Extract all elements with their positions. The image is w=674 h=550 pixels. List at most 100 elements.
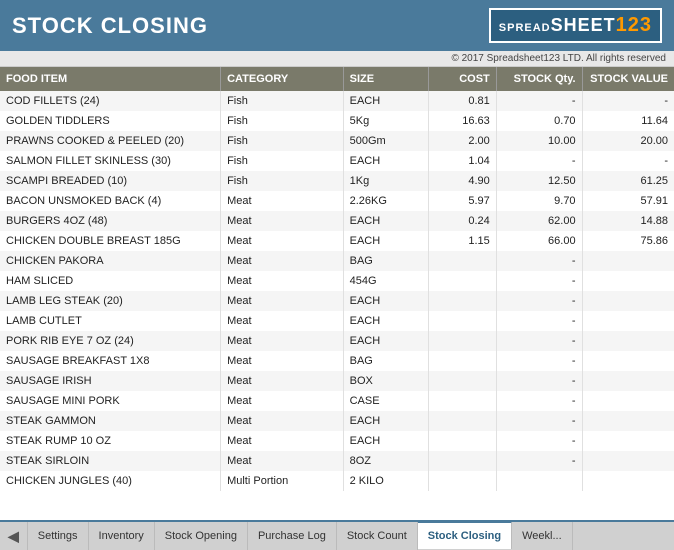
table-row: SALMON FILLET SKINLESS (30) Fish EACH 1.… (0, 151, 674, 171)
cell-cost: 16.63 (429, 111, 496, 131)
cell-category: Meat (221, 291, 344, 311)
table-row: BURGERS 4OZ (48) Meat EACH 0.24 62.00 14… (0, 211, 674, 231)
logo-123: 123 (616, 14, 652, 36)
logo-area: SPREADSHEET123 (489, 8, 662, 43)
table-row: BACON UNSMOKED BACK (4) Meat 2.26KG 5.97… (0, 191, 674, 211)
table-row: COD FILLETS (24) Fish EACH 0.81 - - (0, 91, 674, 111)
cell-stock-qty: - (496, 451, 582, 471)
cell-stock-qty: - (496, 411, 582, 431)
cell-stock-val (582, 411, 674, 431)
cell-category: Meat (221, 371, 344, 391)
cell-size: BAG (343, 251, 429, 271)
cell-stock-qty: - (496, 331, 582, 351)
cell-cost: 5.97 (429, 191, 496, 211)
cell-food: SAUSAGE BREAKFAST 1X8 (0, 351, 221, 371)
cell-category: Fish (221, 131, 344, 151)
cell-stock-val (582, 291, 674, 311)
cell-size: EACH (343, 91, 429, 111)
cell-cost: 0.81 (429, 91, 496, 111)
cell-size: EACH (343, 231, 429, 251)
logo-box: SPREADSHEET123 (489, 8, 662, 43)
table-container: FOOD ITEM CATEGORY SIZE COST STOCK Qty. … (0, 67, 674, 520)
cell-food: STEAK GAMMON (0, 411, 221, 431)
cell-category: Meat (221, 351, 344, 371)
cell-food: STEAK RUMP 10 OZ (0, 431, 221, 451)
cell-size: 500Gm (343, 131, 429, 151)
tab-stock-opening[interactable]: Stock Opening (155, 522, 248, 550)
cell-category: Meat (221, 251, 344, 271)
table-row: SAUSAGE BREAKFAST 1X8 Meat BAG - (0, 351, 674, 371)
cell-cost (429, 331, 496, 351)
table-row: LAMB CUTLET Meat EACH - (0, 311, 674, 331)
cell-size: BAG (343, 351, 429, 371)
cell-stock-val: - (582, 151, 674, 171)
cell-cost (429, 451, 496, 471)
cell-stock-val (582, 251, 674, 271)
col-header-category: CATEGORY (221, 67, 344, 91)
table-row: PRAWNS COOKED & PEELED (20) Fish 500Gm 2… (0, 131, 674, 151)
cell-size: EACH (343, 431, 429, 451)
cell-cost (429, 291, 496, 311)
tabs-bar: ◀SettingsInventoryStock OpeningPurchase … (0, 520, 674, 550)
cell-size: EACH (343, 211, 429, 231)
tab-settings[interactable]: Settings (28, 522, 89, 550)
cell-cost: 1.04 (429, 151, 496, 171)
cell-cost (429, 251, 496, 271)
cell-size: CASE (343, 391, 429, 411)
col-header-stock-qty: STOCK Qty. (496, 67, 582, 91)
tab-stock-count[interactable]: Stock Count (337, 522, 418, 550)
tab-weekly[interactable]: Weekl... (512, 522, 573, 550)
cell-food: SALMON FILLET SKINLESS (30) (0, 151, 221, 171)
cell-stock-val: 57.91 (582, 191, 674, 211)
cell-stock-qty: 12.50 (496, 171, 582, 191)
cell-food: CHICKEN JUNGLES (40) (0, 471, 221, 491)
cell-size: EACH (343, 331, 429, 351)
cell-size: 8OZ (343, 451, 429, 471)
cell-food: CHICKEN DOUBLE BREAST 185G (0, 231, 221, 251)
cell-category: Meat (221, 191, 344, 211)
cell-food: LAMB CUTLET (0, 311, 221, 331)
cell-stock-qty: - (496, 251, 582, 271)
cell-stock-val: 11.64 (582, 111, 674, 131)
tab-prev[interactable]: ◀ (0, 522, 28, 550)
cell-stock-val: 75.86 (582, 231, 674, 251)
cell-food: BACON UNSMOKED BACK (4) (0, 191, 221, 211)
cell-cost: 0.24 (429, 211, 496, 231)
table-header-row: FOOD ITEM CATEGORY SIZE COST STOCK Qty. … (0, 67, 674, 91)
cell-category: Multi Portion (221, 471, 344, 491)
cell-size: 454G (343, 271, 429, 291)
table-row: SAUSAGE MINI PORK Meat CASE - (0, 391, 674, 411)
table-row: SCAMPI BREADED (10) Fish 1Kg 4.90 12.50 … (0, 171, 674, 191)
cell-stock-qty: 62.00 (496, 211, 582, 231)
tab-purchase-log[interactable]: Purchase Log (248, 522, 337, 550)
cell-size: EACH (343, 291, 429, 311)
cell-stock-val (582, 431, 674, 451)
cell-cost (429, 371, 496, 391)
cell-size: BOX (343, 371, 429, 391)
cell-stock-val (582, 311, 674, 331)
cell-food: SCAMPI BREADED (10) (0, 171, 221, 191)
cell-size: 2 KILO (343, 471, 429, 491)
tab-inventory[interactable]: Inventory (89, 522, 155, 550)
cell-category: Meat (221, 211, 344, 231)
cell-stock-val (582, 271, 674, 291)
cell-food: STEAK SIRLOIN (0, 451, 221, 471)
cell-stock-qty: 9.70 (496, 191, 582, 211)
page-title: STOCK CLOSING (12, 13, 208, 39)
cell-cost (429, 311, 496, 331)
col-header-food: FOOD ITEM (0, 67, 221, 91)
cell-cost: 1.15 (429, 231, 496, 251)
cell-food: SAUSAGE IRISH (0, 371, 221, 391)
cell-stock-val: 20.00 (582, 131, 674, 151)
cell-stock-val (582, 371, 674, 391)
cell-stock-qty: 66.00 (496, 231, 582, 251)
cell-food: GOLDEN TIDDLERS (0, 111, 221, 131)
tab-stock-closing[interactable]: Stock Closing (418, 521, 512, 549)
cell-stock-qty: - (496, 271, 582, 291)
col-header-stock-val: STOCK VALUE (582, 67, 674, 91)
cell-food: SAUSAGE MINI PORK (0, 391, 221, 411)
table-row: HAM SLICED Meat 454G - (0, 271, 674, 291)
col-header-cost: COST (429, 67, 496, 91)
cell-stock-qty: - (496, 351, 582, 371)
table-row: PORK RIB EYE 7 OZ (24) Meat EACH - (0, 331, 674, 351)
